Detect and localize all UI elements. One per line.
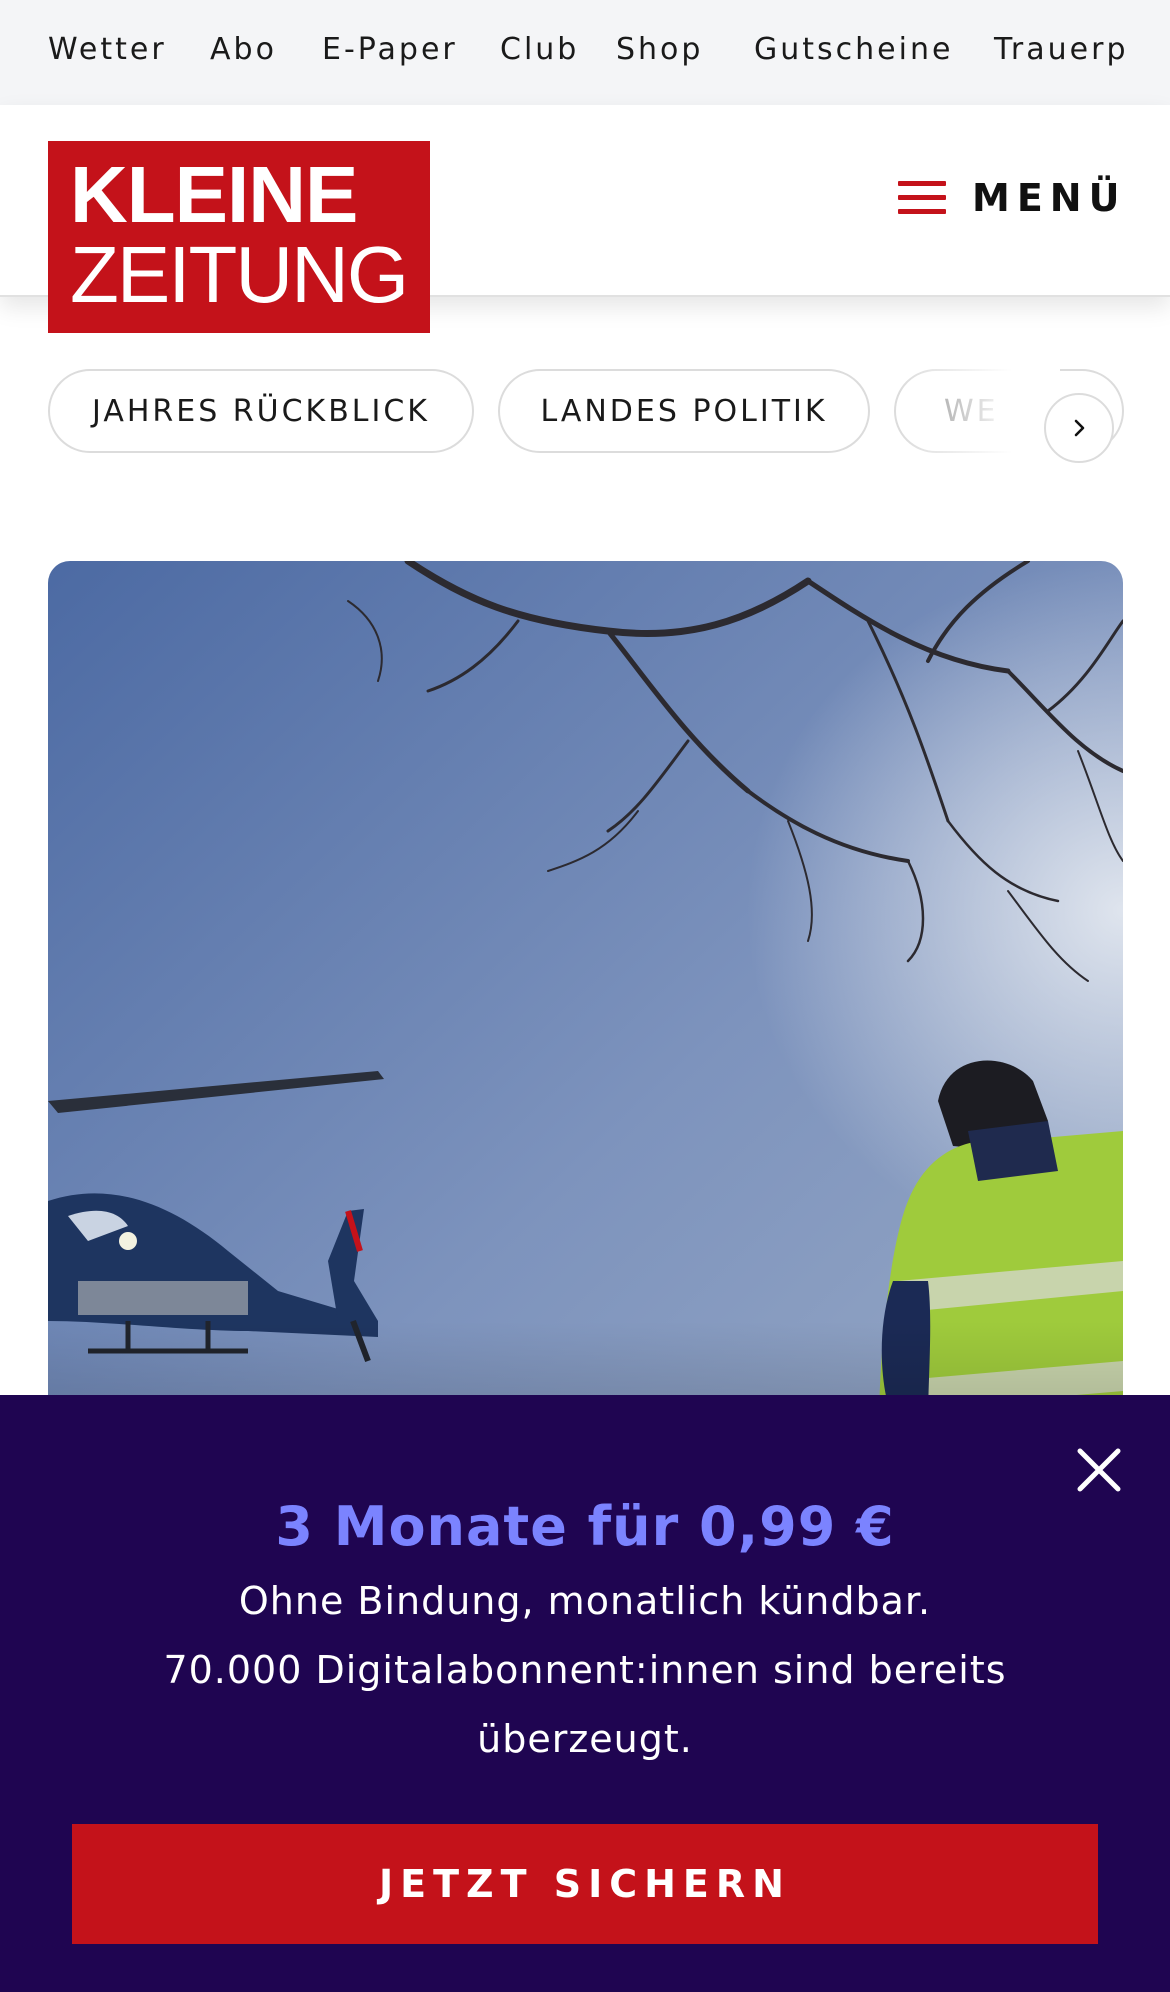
utility-nav: Wetter Abo E-Paper Club Shop Gutscheine … <box>0 0 1170 105</box>
logo-text-line1: KLEINE <box>70 150 358 239</box>
menu-label: MENÜ <box>972 176 1127 220</box>
nav-link-shop[interactable]: Shop <box>616 32 703 67</box>
subscription-promo-banner: 3 Monate für 0,99 € Ohne Bindung, monatl… <box>0 1395 1170 1992</box>
pill-fade-overlay <box>900 360 1060 470</box>
logo-text-line2: ZEITUNG <box>70 230 409 319</box>
promo-description: Ohne Bindung, monatlich kündbar. 70.000 … <box>150 1567 1020 1774</box>
hamburger-icon <box>898 179 946 217</box>
category-pill-landespolitik[interactable]: LANDES POLITIK <box>498 369 870 453</box>
nav-link-gutscheine[interactable]: Gutscheine <box>754 32 953 67</box>
promo-title: 3 Monate für 0,99 € <box>275 1495 895 1558</box>
nav-link-epaper[interactable]: E-Paper <box>322 32 458 67</box>
site-logo[interactable]: KLEINE ZEITUNG <box>48 141 430 333</box>
close-icon <box>1077 1448 1121 1492</box>
category-pill-bar: JAHRES RÜCKBLICK LANDES POLITIK WE <box>0 360 1170 470</box>
menu-button[interactable]: MENÜ <box>898 170 1126 226</box>
promo-line-1: Ohne Bindung, monatlich kündbar. <box>238 1579 932 1623</box>
nav-link-abo[interactable]: Abo <box>210 32 277 67</box>
chevron-right-icon <box>1074 419 1085 437</box>
nav-link-club[interactable]: Club <box>500 32 579 67</box>
nav-link-wetter[interactable]: Wetter <box>48 32 167 67</box>
nav-link-trauerportal[interactable]: Trauerp <box>994 32 1128 67</box>
category-pill-jahresrueckblick[interactable]: JAHRES RÜCKBLICK <box>48 369 474 453</box>
promo-cta-button[interactable]: JETZT SICHERN <box>72 1824 1098 1944</box>
promo-close-button[interactable] <box>1072 1443 1126 1497</box>
promo-line-2: 70.000 Digitalabonnent:innen sind bereit… <box>163 1648 1007 1761</box>
pills-scroll-next-button[interactable] <box>1044 393 1114 463</box>
